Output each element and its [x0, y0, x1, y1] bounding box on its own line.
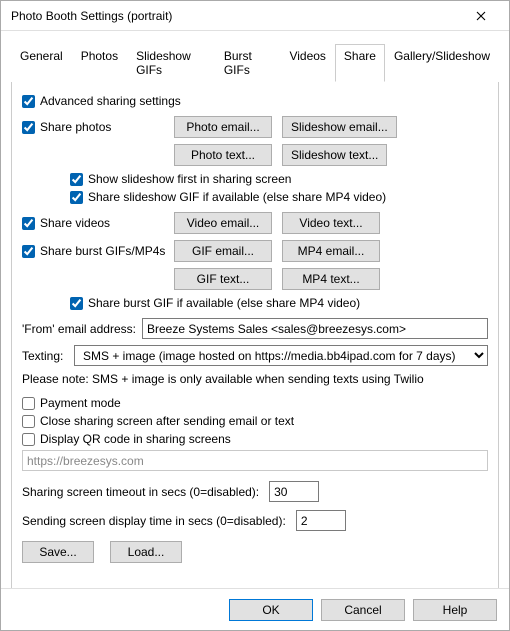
- window-title: Photo Booth Settings (portrait): [11, 9, 461, 23]
- client-area: General Photos Slideshow GIFs Burst GIFs…: [1, 31, 509, 588]
- show-slideshow-first-checkbox[interactable]: Show slideshow first in sharing screen: [70, 172, 291, 186]
- mp4-text-button[interactable]: MP4 text...: [282, 268, 380, 290]
- tab-slideshow-gifs[interactable]: Slideshow GIFs: [127, 44, 215, 82]
- close-after-send-checkbox[interactable]: Close sharing screen after sending email…: [22, 414, 294, 428]
- show-slideshow-first-label: Show slideshow first in sharing screen: [88, 172, 291, 186]
- from-email-label: 'From' email address:: [22, 322, 134, 336]
- dialog-footer: OK Cancel Help: [1, 588, 509, 630]
- display-qr-label: Display QR code in sharing screens: [40, 432, 231, 446]
- share-photos-label: Share photos: [40, 120, 111, 134]
- advanced-sharing-label: Advanced sharing settings: [40, 94, 181, 108]
- share-burst-input[interactable]: [22, 245, 35, 258]
- ok-button[interactable]: OK: [229, 599, 313, 621]
- display-qr-input[interactable]: [22, 433, 35, 446]
- slideshow-text-button[interactable]: Slideshow text...: [282, 144, 387, 166]
- show-slideshow-first-input[interactable]: [70, 173, 83, 186]
- sending-time-label: Sending screen display time in secs (0=d…: [22, 514, 286, 528]
- share-burst-label: Share burst GIFs/MP4s: [40, 244, 165, 258]
- cancel-button[interactable]: Cancel: [321, 599, 405, 621]
- sharing-timeout-label: Sharing screen timeout in secs (0=disabl…: [22, 485, 259, 499]
- share-videos-checkbox[interactable]: Share videos: [22, 216, 174, 230]
- payment-mode-checkbox[interactable]: Payment mode: [22, 396, 121, 410]
- texting-select[interactable]: SMS + image (image hosted on https://med…: [74, 345, 488, 366]
- share-videos-label: Share videos: [40, 216, 110, 230]
- share-photos-input[interactable]: [22, 121, 35, 134]
- photo-text-button[interactable]: Photo text...: [174, 144, 272, 166]
- close-after-send-label: Close sharing screen after sending email…: [40, 414, 294, 428]
- tab-photos[interactable]: Photos: [72, 44, 127, 82]
- qr-url-input: [22, 450, 488, 471]
- sharing-timeout-input[interactable]: [269, 481, 319, 502]
- share-burst-gif-checkbox[interactable]: Share burst GIF if available (else share…: [70, 296, 360, 310]
- tab-general[interactable]: General: [11, 44, 72, 82]
- save-button[interactable]: Save...: [22, 541, 94, 563]
- settings-dialog: Photo Booth Settings (portrait) General …: [0, 0, 510, 631]
- close-after-send-input[interactable]: [22, 415, 35, 428]
- share-burst-gif-label: Share burst GIF if available (else share…: [88, 296, 360, 310]
- share-photos-checkbox[interactable]: Share photos: [22, 120, 174, 134]
- display-qr-checkbox[interactable]: Display QR code in sharing screens: [22, 432, 231, 446]
- video-email-button[interactable]: Video email...: [174, 212, 272, 234]
- gif-text-button[interactable]: GIF text...: [174, 268, 272, 290]
- payment-mode-label: Payment mode: [40, 396, 121, 410]
- share-burst-gif-input[interactable]: [70, 297, 83, 310]
- tab-strip: General Photos Slideshow GIFs Burst GIFs…: [11, 43, 499, 82]
- titlebar: Photo Booth Settings (portrait): [1, 1, 509, 31]
- tab-gallery[interactable]: Gallery/Slideshow: [385, 44, 499, 82]
- share-slideshow-gif-input[interactable]: [70, 191, 83, 204]
- slideshow-email-button[interactable]: Slideshow email...: [282, 116, 397, 138]
- mp4-email-button[interactable]: MP4 email...: [282, 240, 380, 262]
- payment-mode-input[interactable]: [22, 397, 35, 410]
- help-button[interactable]: Help: [413, 599, 497, 621]
- tab-share[interactable]: Share: [335, 44, 385, 82]
- close-button[interactable]: [461, 2, 501, 30]
- photo-email-button[interactable]: Photo email...: [174, 116, 272, 138]
- share-videos-input[interactable]: [22, 217, 35, 230]
- share-slideshow-gif-label: Share slideshow GIF if available (else s…: [88, 190, 386, 204]
- close-icon: [476, 11, 486, 21]
- load-button[interactable]: Load...: [110, 541, 182, 563]
- twilio-note: Please note: SMS + image is only availab…: [22, 372, 488, 386]
- advanced-sharing-checkbox[interactable]: Advanced sharing settings: [22, 94, 181, 108]
- share-slideshow-gif-checkbox[interactable]: Share slideshow GIF if available (else s…: [70, 190, 386, 204]
- gif-email-button[interactable]: GIF email...: [174, 240, 272, 262]
- tab-videos[interactable]: Videos: [280, 44, 334, 82]
- tab-burst-gifs[interactable]: Burst GIFs: [215, 44, 281, 82]
- share-panel: Advanced sharing settings Share photos P…: [11, 82, 499, 588]
- from-email-input[interactable]: [142, 318, 488, 339]
- video-text-button[interactable]: Video text...: [282, 212, 380, 234]
- texting-label: Texting:: [22, 349, 66, 363]
- advanced-sharing-input[interactable]: [22, 95, 35, 108]
- sending-time-input[interactable]: [296, 510, 346, 531]
- share-burst-checkbox[interactable]: Share burst GIFs/MP4s: [22, 244, 174, 258]
